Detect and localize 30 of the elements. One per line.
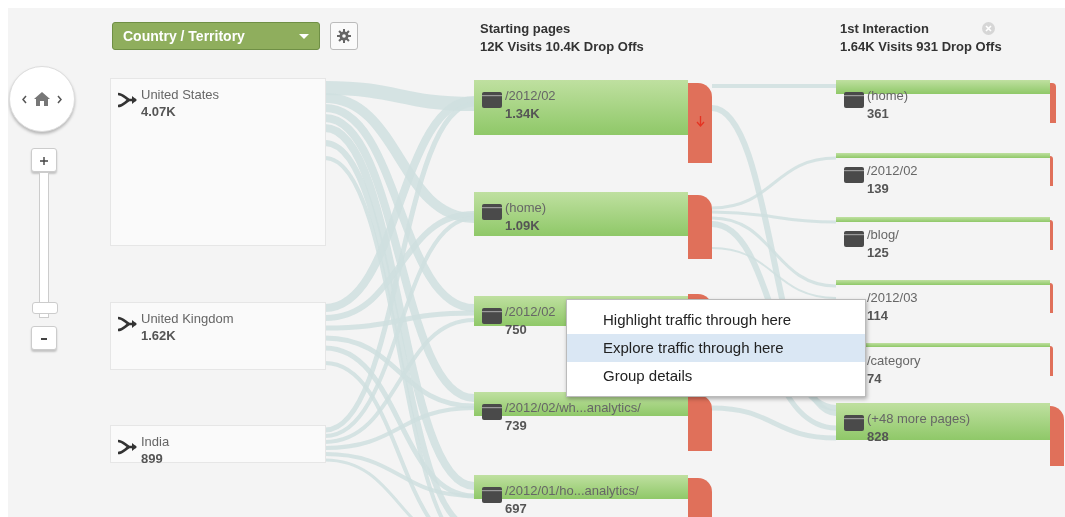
column-summary: 12K Visits 10.4K Drop Offs — [480, 38, 644, 56]
node-count: 750 — [505, 321, 527, 338]
node-count: 74 — [867, 370, 882, 387]
node-count: 899 — [141, 450, 163, 467]
node-label: India — [141, 434, 170, 450]
column-title: 1st Interaction — [840, 20, 929, 38]
node-label: /2012/02 — [505, 88, 556, 104]
node-label: United Kingdom — [141, 311, 234, 327]
node-label: /2012/03 — [867, 290, 918, 306]
node-count: 697 — [505, 500, 527, 517]
node-label: /2012/02 — [505, 304, 556, 320]
node-count: 4.07K — [141, 103, 176, 120]
node-count: 1.09K — [505, 217, 540, 234]
node-label: /blog/ — [867, 227, 899, 243]
node-label: United States — [141, 87, 220, 103]
node-count: 1.34K — [505, 105, 540, 122]
node-label: (home) — [505, 200, 547, 216]
node-count: 125 — [867, 244, 889, 261]
column-summary: 1.64K Visits 931 Drop Offs — [840, 38, 1002, 56]
node-count: 114 — [867, 307, 888, 324]
node-count: 139 — [867, 180, 889, 197]
node-count: 739 — [505, 417, 527, 434]
node-label: /2012/02/wh...analytics/ — [505, 400, 641, 416]
node-label: (+48 more pages) — [867, 411, 970, 427]
node-label: /2012/01/ho...analytics/ — [505, 483, 639, 499]
column-title: Starting pages — [480, 20, 571, 38]
node-count: 1.62K — [141, 327, 176, 344]
node-count: 361 — [867, 105, 889, 122]
node-label: /category — [867, 353, 921, 369]
node-label: /2012/02 — [867, 163, 918, 179]
